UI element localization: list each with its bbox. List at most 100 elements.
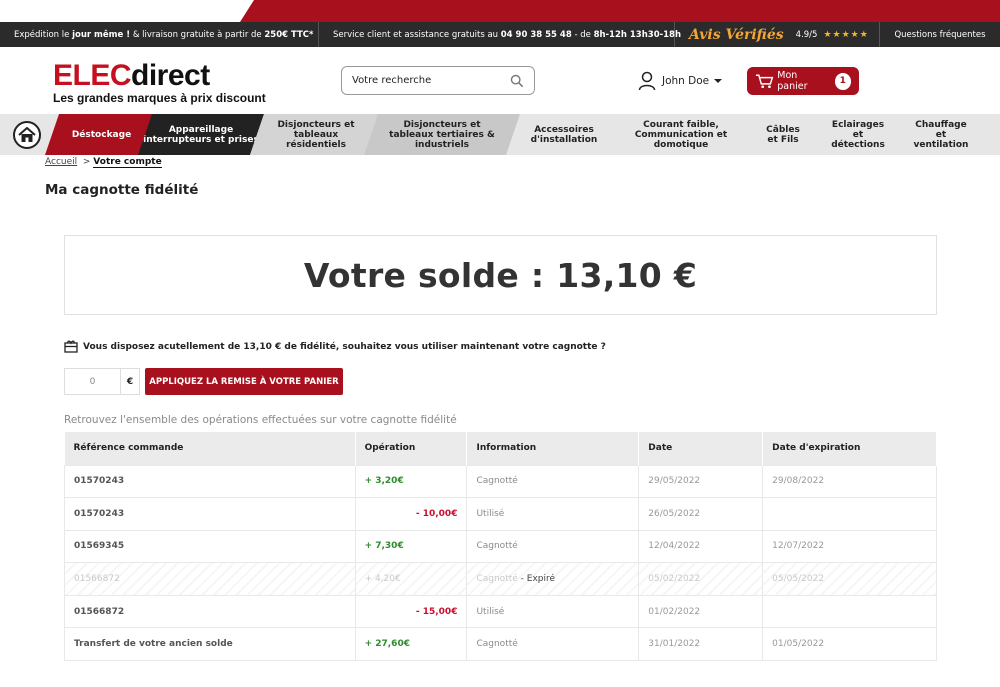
info-text: Cagnotté (476, 639, 518, 650)
balance-amount: Votre solde : 13,10 € (303, 255, 698, 295)
expired-tag: - Expiré (520, 574, 556, 585)
cell-reference: Transfert de votre ancien solde (64, 627, 356, 662)
cell-information: Utilisé (466, 594, 640, 629)
nav-label: Eclairages et détections (831, 119, 885, 150)
info-bar: Expédition le jour même ! & livraison gr… (0, 22, 1000, 47)
notice-text: Vous disposez acutellement de 13,10 € de… (83, 341, 606, 352)
cart-count-badge: 1 (834, 72, 851, 90)
cell-reference: 01570243 (64, 464, 356, 499)
operations-caption: Retrouvez l'ensemble des opérations effe… (64, 414, 457, 426)
cell-date: 31/01/2022 (638, 627, 764, 662)
cell-date: 01/02/2022 (638, 594, 764, 629)
cell-reference: 01570243 (64, 497, 356, 531)
notice: Vous disposez acutellement de 13,10 € de… (64, 340, 606, 353)
col-header-expiration: Date d'expiration (762, 432, 937, 465)
cell-operation: - 15,00€ (354, 594, 468, 629)
logo-tagline: Les grandes marques à prix discount (53, 91, 266, 105)
nav-item-courant-faible[interactable]: Courant faible, Communication et domotiq… (618, 114, 744, 155)
nav-item-eclairages[interactable]: Eclairages et détections (820, 114, 896, 155)
service-mid: - de (574, 29, 591, 40)
faq-link[interactable]: Questions fréquentes (880, 22, 1000, 47)
nav-item-cables[interactable]: Câbles et Fils (757, 114, 809, 155)
cell-date: 29/05/2022 (638, 464, 764, 499)
logo[interactable]: ELECdirect Les grandes marques à prix di… (53, 59, 266, 106)
shipping-text: Expédition le (14, 29, 70, 40)
user-menu[interactable]: John Doe (638, 71, 723, 91)
cell-information: Cagnotté - Expiré (466, 562, 640, 596)
reviews-widget[interactable]: Avis Vérifiés 4.9/5 ★★★★★ (675, 22, 880, 47)
cell-reference: 01566872 (64, 562, 356, 596)
cell-reference: 01569345 (64, 529, 356, 564)
cell-information: Cagnotté (466, 529, 640, 564)
user-icon (638, 71, 656, 91)
nav-label: Disjoncteurs et tableaux tertiaires & in… (389, 119, 495, 150)
cart-label: Mon panier (777, 70, 808, 92)
table-row-expired: 01566872 + 4,20€ Cagnotté - Expiré 05/02… (64, 562, 937, 596)
nav-label: Déstockage (71, 129, 132, 140)
shipping-bold: jour même ! (72, 29, 131, 40)
search-icon[interactable] (510, 74, 524, 88)
shipping-info: Expédition le jour même ! & livraison gr… (0, 22, 319, 47)
logo-black: direct (131, 59, 210, 92)
table-row: 01569345 + 7,30€ Cagnotté 12/04/2022 12/… (64, 529, 937, 564)
nav-label: Appareillage interrupteurs et prises (143, 124, 259, 145)
logo-red: ELEC (53, 59, 132, 92)
cell-information: Cagnotté (466, 627, 640, 662)
nav-item-disjoncteurs-tertiaires[interactable]: Disjoncteurs et tableaux tertiaires & in… (364, 114, 520, 155)
gift-card-icon (64, 340, 78, 353)
col-header-date: Date (638, 432, 764, 465)
currency-label: € (120, 368, 140, 395)
operations-table: Référence commande Opération Information… (64, 432, 937, 662)
table-header-row: Référence commande Opération Information… (64, 432, 937, 465)
cell-reference: 01566872 (64, 594, 356, 629)
cell-information: Utilisé (466, 497, 640, 531)
header: ELECdirect Les grandes marques à prix di… (0, 47, 1000, 114)
table-row: 01570243 + 3,20€ Cagnotté 29/05/2022 29/… (64, 464, 937, 499)
chevron-down-icon (714, 79, 723, 83)
apply-discount-button[interactable]: APPLIQUEZ LA REMISE À VOTRE PANIER (145, 368, 343, 395)
shipping-amount: 250€ TTC* (264, 29, 314, 40)
nav-item-chauffage[interactable]: Chauffage et ventilation (903, 114, 979, 155)
table-row: 01566872 - 15,00€ Utilisé 01/02/2022 (64, 594, 937, 629)
service-hours: 8h-12h 13h30-18h (593, 29, 682, 40)
search-box (341, 66, 535, 95)
service-phone[interactable]: 04 90 38 55 48 (501, 30, 572, 40)
nav-label: Câbles et Fils (766, 124, 800, 145)
nav-item-appareillage[interactable]: Appareillage interrupteurs et prises (138, 114, 264, 155)
top-stripe (0, 0, 1000, 22)
breadcrumb-current[interactable]: Votre compte (93, 157, 162, 168)
nav-item-disjoncteurs-residentiels[interactable]: Disjoncteurs et tableaux résidentiels (250, 114, 382, 155)
cell-operation: + 3,20€ (354, 464, 468, 499)
faq-label: Questions fréquentes (894, 29, 986, 40)
page-title: Ma cagnotte fidélité (45, 182, 199, 198)
cell-expiration: 29/08/2022 (762, 464, 937, 499)
info-text: Cagnotté (476, 541, 518, 552)
cell-expiration: 01/05/2022 (762, 627, 937, 662)
amount-input[interactable]: 0 (64, 368, 120, 395)
service-info: Service client et assistance gratuits au… (319, 22, 681, 47)
rating-value: 4.9/5 (795, 29, 818, 40)
cell-information: Cagnotté (466, 464, 640, 499)
cell-expiration (762, 497, 937, 531)
search-input[interactable] (352, 75, 502, 86)
info-text: Utilisé (476, 508, 505, 519)
cart-icon (755, 74, 774, 89)
cell-operation: + 7,30€ (354, 529, 468, 564)
nav-label: Disjoncteurs et tableaux résidentiels (277, 119, 355, 150)
col-header-information: Information (466, 432, 640, 465)
breadcrumb: Accueil > Votre compte (45, 157, 162, 168)
shipping-mid: & livraison gratuite à partir de (132, 29, 262, 40)
stars-icon: ★★★★★ (823, 29, 869, 40)
info-text: Utilisé (476, 606, 505, 617)
cell-operation: + 4,20€ (354, 562, 468, 596)
user-name: John Doe (662, 75, 710, 87)
redeem-form: 0 € APPLIQUEZ LA REMISE À VOTRE PANIER (64, 368, 343, 395)
nav-item-accessoires[interactable]: Accessoires d'installation (522, 114, 606, 155)
home-icon[interactable] (13, 121, 41, 149)
cart-button[interactable]: Mon panier 1 (747, 67, 859, 95)
main-nav: Déstockage Appareillage interrupteurs et… (0, 114, 1000, 155)
cell-expiration: 05/05/2022 (762, 562, 937, 596)
col-header-reference: Référence commande (64, 432, 356, 465)
service-text: Service client et assistance gratuits au (333, 29, 499, 40)
breadcrumb-home[interactable]: Accueil (45, 157, 77, 167)
